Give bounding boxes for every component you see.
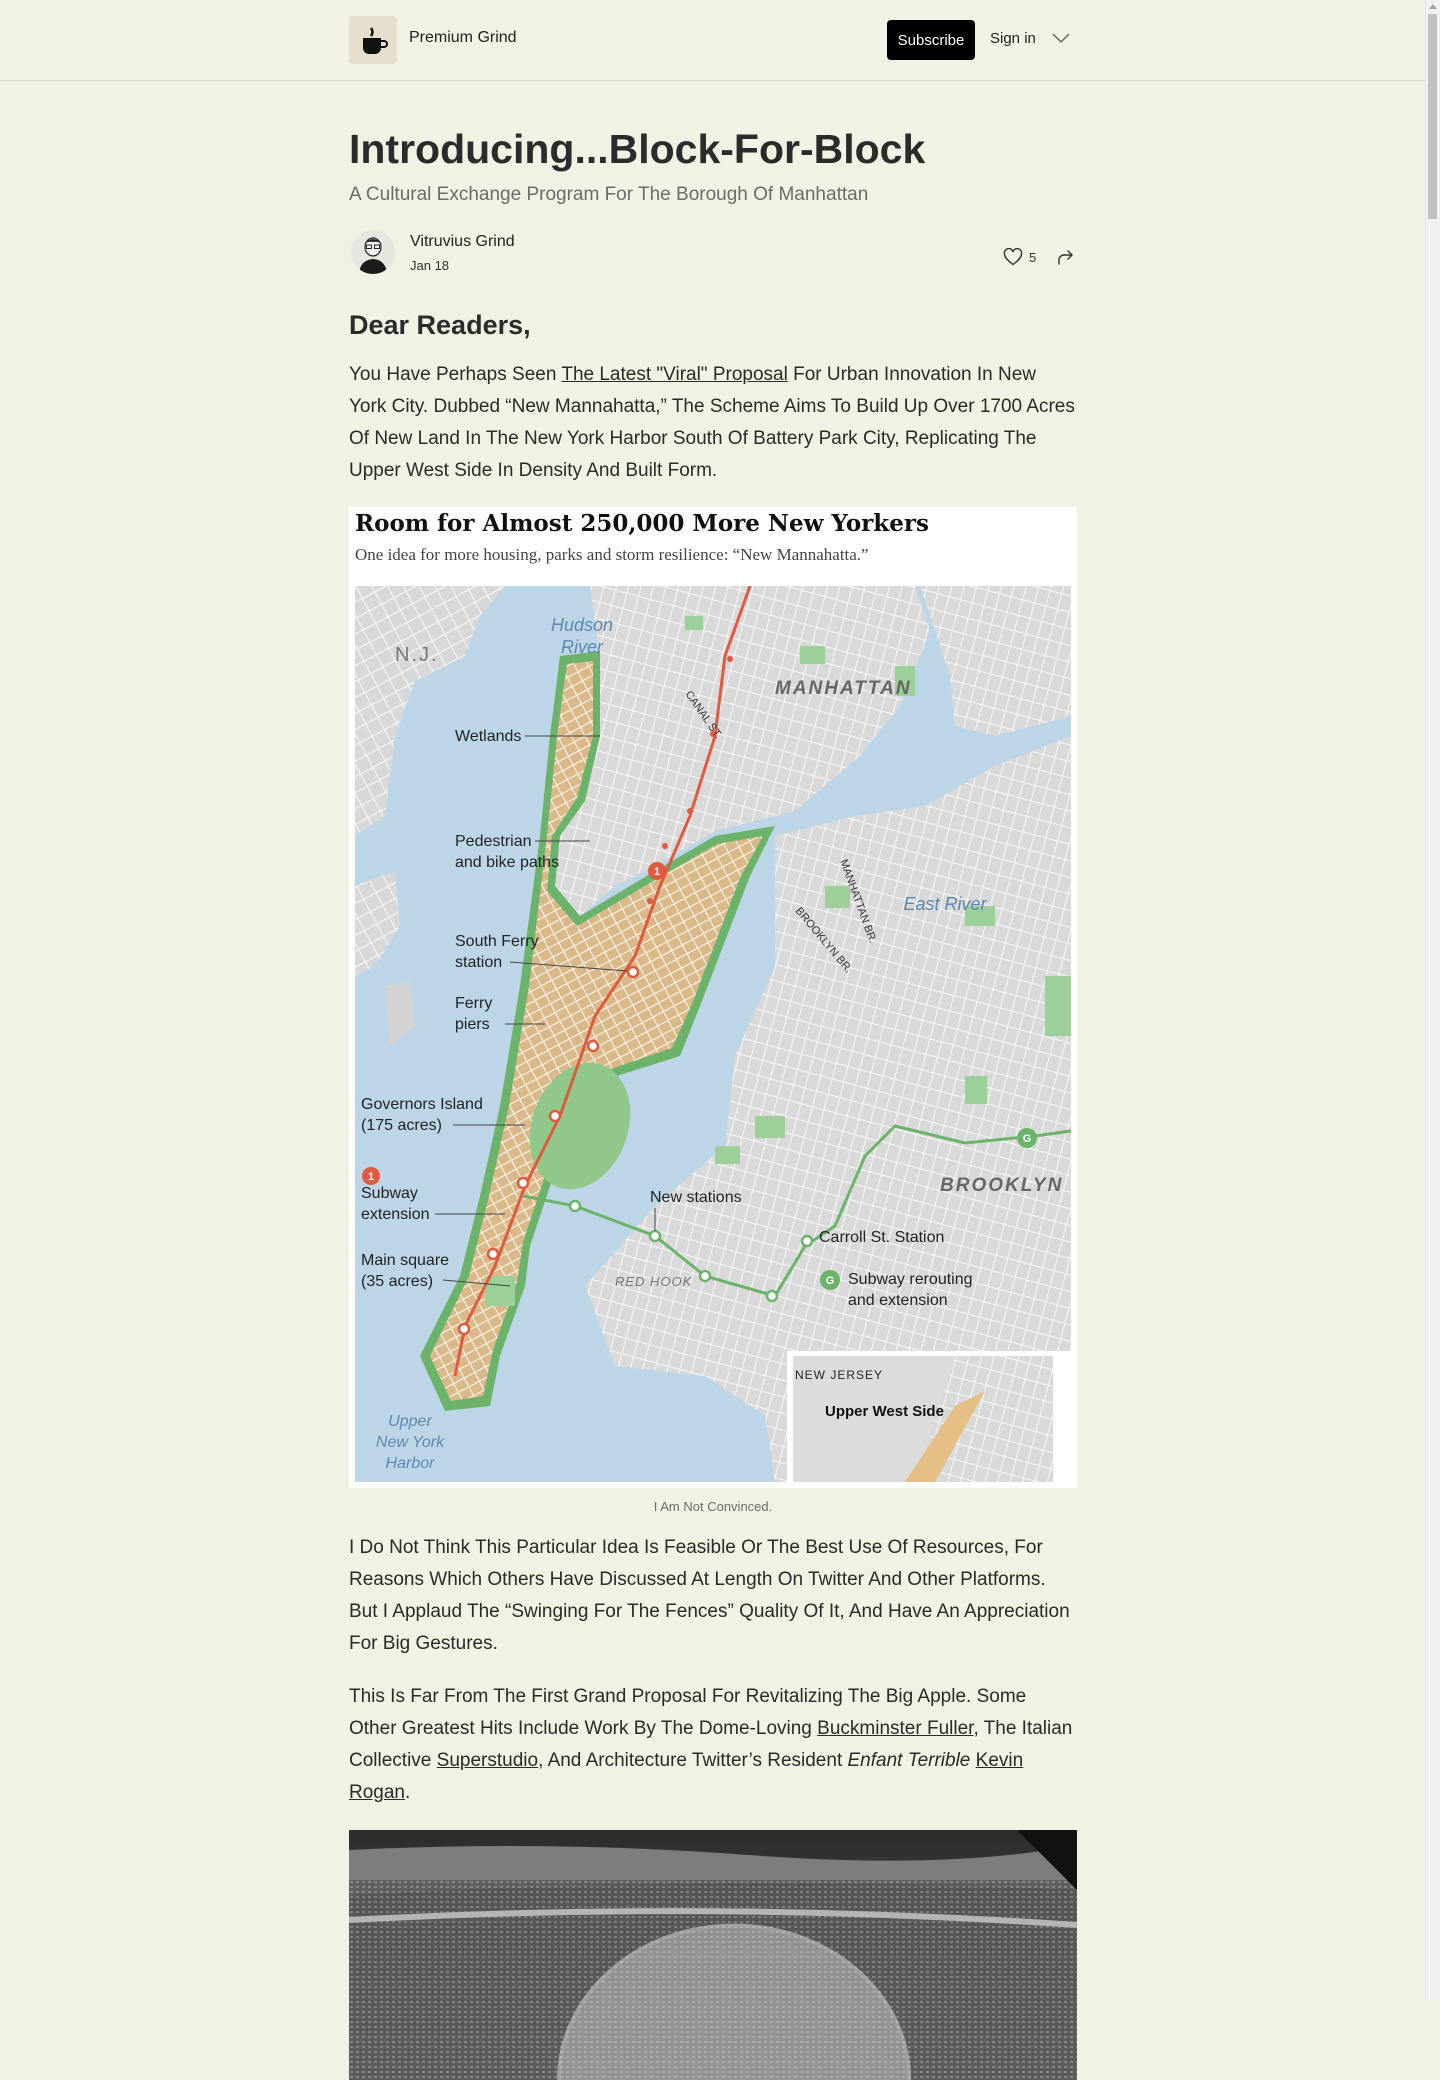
dome-photo-image — [349, 1830, 1077, 2080]
label-hudson-1: Hudson — [551, 615, 613, 635]
label-main-square-2: (35 acres) — [361, 1273, 433, 1290]
p3-text-e: . — [405, 1782, 411, 1803]
label-hudson-2: River — [561, 637, 604, 657]
coffee-cup-icon — [349, 16, 397, 64]
label-governors-1: Governors Island — [361, 1096, 483, 1113]
label-rerouting-2: and extension — [848, 1292, 948, 1309]
label-south-ferry-1: South Ferry — [455, 933, 539, 950]
scrollbar-track[interactable] — [1425, 0, 1440, 2000]
label-rerouting-1: Subway rerouting — [848, 1271, 973, 1288]
label-governors-2: (175 acres) — [361, 1117, 442, 1134]
label-harbor-1: Upper — [388, 1413, 432, 1430]
label-red-hook: RED HOOK — [615, 1274, 693, 1289]
label-carroll: Carroll St. Station — [819, 1229, 944, 1246]
avatar-image — [351, 230, 395, 274]
label-east-river: East River — [903, 894, 987, 914]
like-count: 5 — [1029, 249, 1037, 265]
p3-italic: Enfant Terrible — [847, 1750, 971, 1771]
map-image: Wetlands Pedestrian and bike paths South… — [355, 586, 1071, 1482]
p1-text-before: You Have Perhaps Seen — [349, 364, 562, 385]
viral-proposal-link[interactable]: The Latest "Viral" Proposal — [561, 364, 787, 385]
heart-icon — [1003, 248, 1023, 266]
label-main-square-1: Main square — [361, 1252, 449, 1269]
label-pedestrian-1: Pedestrian — [455, 833, 532, 850]
p3-text-c: , And Architecture Twitter’s Resident — [538, 1750, 848, 1771]
paragraph-3: This Is Far From The First Grand Proposa… — [349, 1681, 1077, 1809]
figure-caption: I Am Not Convinced. — [653, 1499, 773, 1514]
paragraph-1: You Have Perhaps Seen The Latest "Viral"… — [349, 359, 1077, 487]
buckminster-fuller-link[interactable]: Buckminster Fuller — [817, 1718, 973, 1739]
label-new-stations: New stations — [650, 1189, 742, 1206]
label-subway-ext-2: extension — [361, 1206, 430, 1223]
scrollbar-thumb[interactable] — [1428, 14, 1437, 219]
figure-title: Room for Almost 250,000 More New Yorkers — [355, 510, 929, 537]
paragraph-2: I Do Not Think This Particular Idea Is F… — [349, 1537, 1070, 1654]
chevron-down-icon[interactable] — [1052, 32, 1070, 44]
sign-in-link[interactable]: Sign in — [990, 30, 1036, 47]
article-subtitle: A Cultural Exchange Program For The Boro… — [349, 184, 869, 205]
author-avatar[interactable] — [351, 230, 395, 274]
figure-subtitle: One idea for more housing, parks and sto… — [355, 545, 869, 564]
label-ferry-piers-2: piers — [455, 1016, 490, 1033]
label-manhattan: MANHATTAN — [775, 678, 912, 699]
top-bar: Premium Grind Subscribe Sign in — [0, 0, 1425, 81]
greeting-heading: Dear Readers, — [349, 310, 531, 340]
publication-name[interactable]: Premium Grind — [409, 29, 517, 47]
line-1-badge: 1 — [654, 866, 660, 878]
author-name[interactable]: Vitruvius Grind — [410, 233, 515, 251]
like-button[interactable]: 5 — [1003, 248, 1036, 266]
label-ferry-piers-1: Ferry — [455, 995, 492, 1012]
post-date: Jan 18 — [410, 258, 450, 273]
label-subway-ext-1: Subway — [361, 1185, 418, 1202]
label-wetlands: Wetlands — [455, 728, 521, 745]
label-uws: Upper West Side — [825, 1403, 944, 1420]
line-g-badge: G — [1023, 1133, 1032, 1145]
label-new-jersey: NEW JERSEY — [795, 1368, 883, 1382]
label-nj: N.J. — [395, 644, 439, 666]
article-title: Introducing...Block-For-Block — [349, 126, 926, 172]
label-pedestrian-2: and bike paths — [455, 854, 559, 871]
publication-logo[interactable] — [349, 16, 397, 64]
line-1-legend-badge: 1 — [368, 1171, 374, 1183]
scroll-up-arrow-icon[interactable] — [1429, 3, 1437, 9]
label-south-ferry-2: station — [455, 954, 502, 971]
share-icon[interactable] — [1057, 248, 1075, 266]
label-harbor-2: New York — [376, 1434, 445, 1451]
label-brooklyn: BROOKLYN — [940, 1175, 1063, 1196]
superstudio-link[interactable]: Superstudio — [437, 1750, 538, 1771]
line-g-badge-2: G — [826, 1275, 835, 1287]
map-figure[interactable]: Room for Almost 250,000 More New Yorkers… — [349, 507, 1077, 1488]
label-harbor-3: Harbor — [386, 1455, 436, 1472]
dome-photo[interactable] — [349, 1830, 1077, 2080]
subscribe-button[interactable]: Subscribe — [887, 20, 975, 60]
